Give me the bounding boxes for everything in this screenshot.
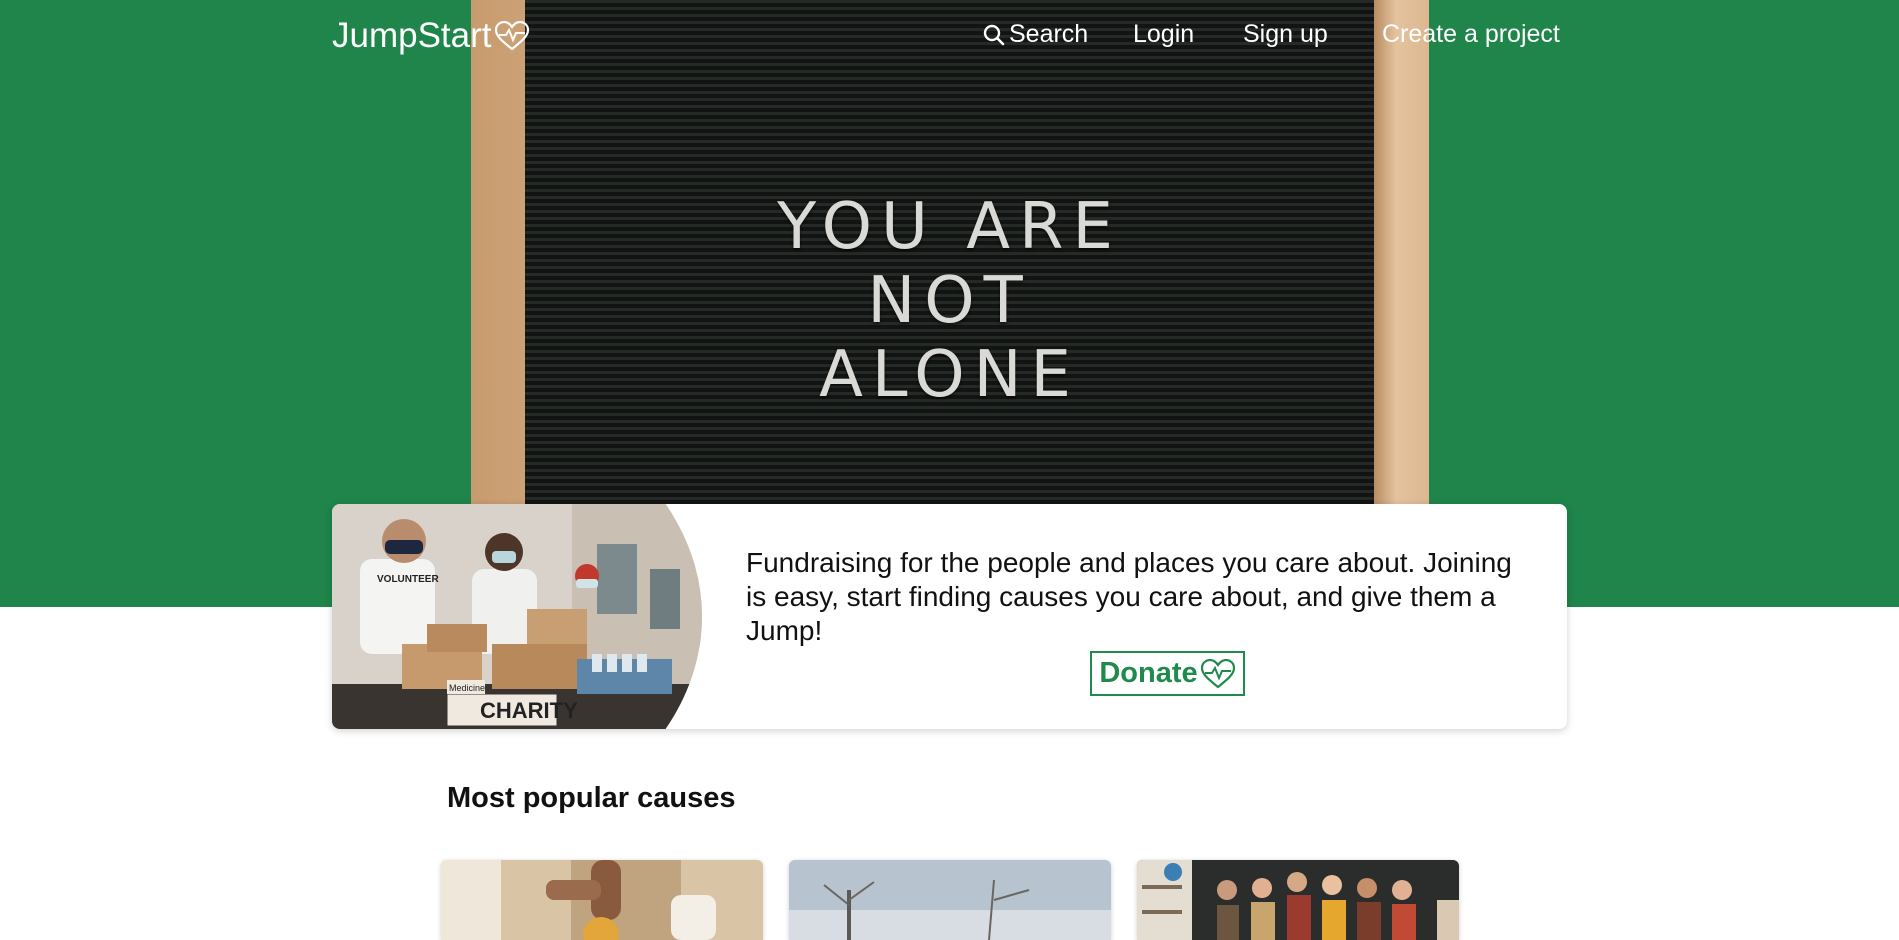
donate-label: Donate [1099,657,1198,689]
nav-login[interactable]: Login [1133,20,1194,49]
donate-button[interactable]: Donate [1090,651,1245,696]
nav-create-project[interactable]: Create a project [1382,20,1560,49]
letterboard-felt: YOU ARE NOT ALONE [525,0,1374,505]
heart-pulse-icon [1200,658,1235,688]
charity-sign-text: CHARITY [480,698,578,723]
volunteers-photo: VOLUNTEER CHARITY Medicine [332,504,702,729]
search-icon [983,24,1005,45]
letterboard-frame [1374,0,1429,505]
letterboard-text: YOU ARE NOT ALONE [777,190,1122,412]
winter-trees-photo [789,860,1111,940]
hero-letterboard-photo: YOU ARE NOT ALONE [471,0,1429,505]
cause-card[interactable] [789,860,1111,940]
medicine-label-text: Medicine [449,683,485,693]
nav-search-label: Search [1009,20,1089,48]
logo[interactable]: JumpStart [332,16,530,56]
heart-pulse-icon [494,21,529,51]
shirt-text: VOLUNTEER [377,574,439,585]
nav-search[interactable]: Search [983,20,1088,49]
nav-signup[interactable]: Sign up [1243,20,1328,49]
classroom-students-photo [1137,860,1459,940]
section-title-popular: Most popular causes [447,782,736,814]
cause-card[interactable] [441,860,763,940]
hands-food-photo [441,860,763,940]
logo-text: JumpStart [332,16,492,55]
promo-card: VOLUNTEER CHARITY Medicine Fundraising f… [332,504,1567,729]
promo-text: Fundraising for the people and places yo… [746,547,1512,646]
cause-card[interactable] [1137,860,1459,940]
